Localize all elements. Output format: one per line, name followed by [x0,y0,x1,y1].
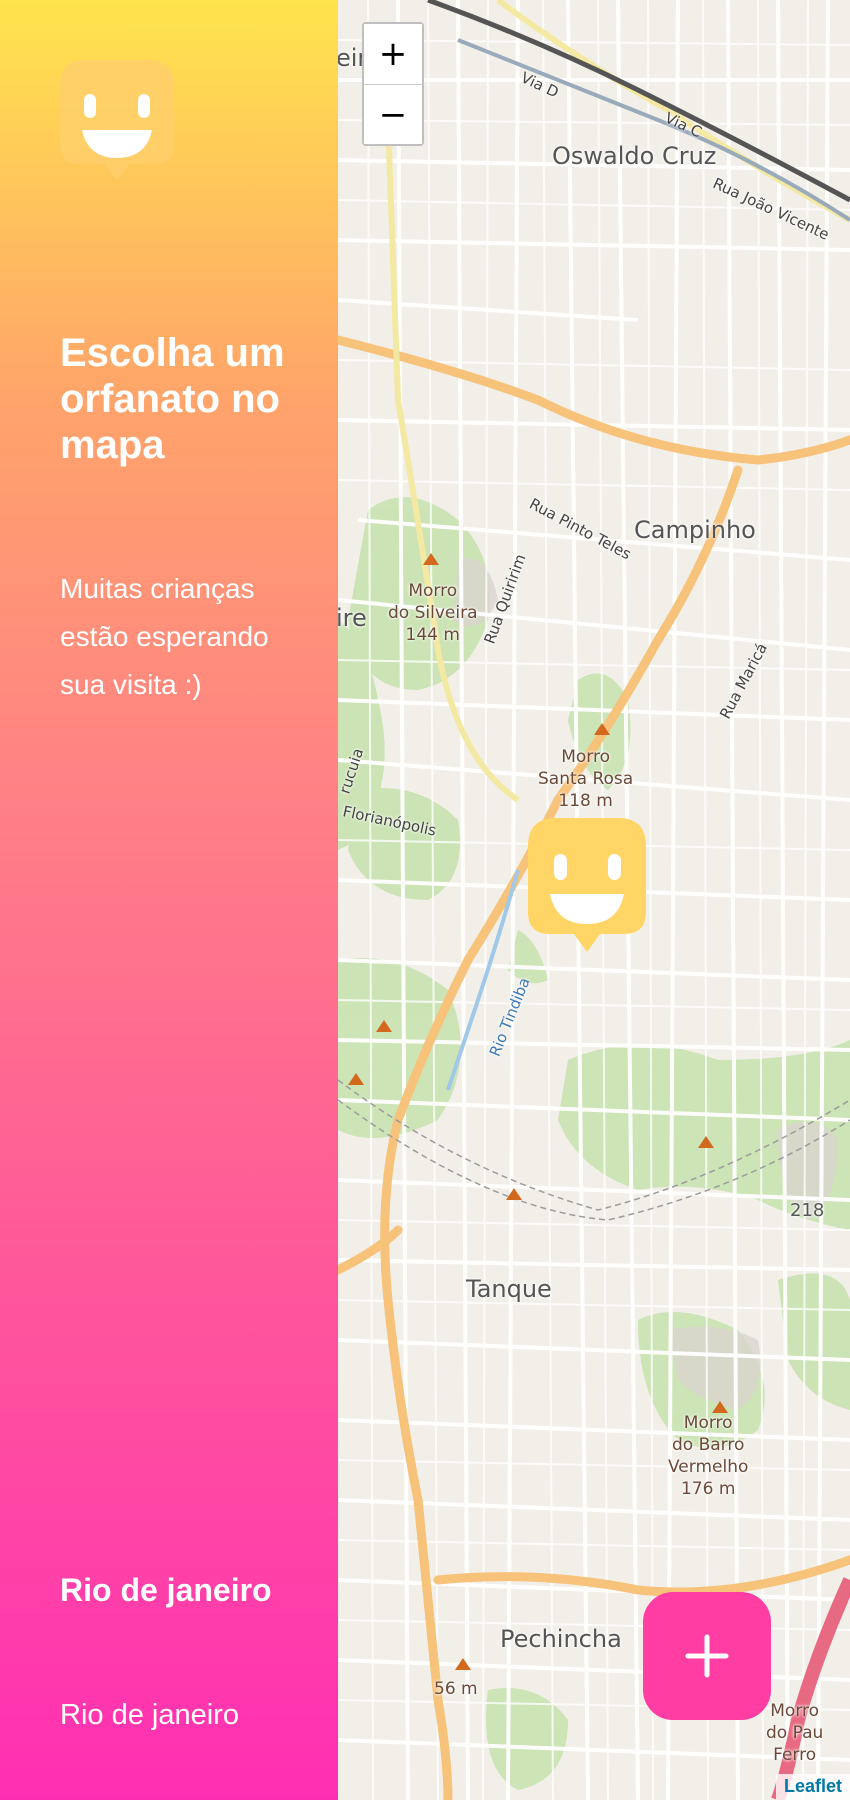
map-view[interactable]: Oswaldo Cruz Campinho Tanque Pechincha e… [338,0,850,1800]
zoom-control: + − [362,22,424,146]
map-label-elevation: 56 m [434,1679,478,1699]
smiley-marker-icon [60,60,174,182]
map-label-oswaldo-cruz: Oswaldo Cruz [552,142,717,170]
location-state: Rio de janeiro [60,1699,239,1731]
orphanage-marker[interactable] [528,818,646,954]
smiley-marker-icon [528,818,646,952]
page-headline: Escolha um orfanato no mapa [60,331,285,467]
location-city: Rio de janeiro [60,1572,272,1608]
zoom-in-button[interactable]: + [364,24,422,84]
map-label-morro-silveira: Morro do Silveira 144 m [388,581,478,645]
leaflet-attribution-link[interactable]: Leaflet [775,1774,850,1800]
map-label-morro-pau-ferro: Morro do Pau Ferro [766,1701,824,1765]
map-label-morro-barro-vermelho: Morro do Barro Vermelho 176 m [668,1413,749,1499]
map-label-tanque: Tanque [466,1275,552,1303]
map-label-campinho: Campinho [634,516,756,544]
zoom-out-button[interactable]: − [364,84,422,144]
plus-icon [685,1634,729,1678]
map-label-morro-santa-rosa: Morro Santa Rosa 118 m [538,747,634,811]
map-label-elevation: 218 [790,1200,825,1221]
add-orphanage-button[interactable] [643,1592,771,1720]
sidebar: Escolha um orfanato no mapa Muitas crian… [0,0,338,1800]
map-label-partial: ire [338,604,367,632]
page-subtext: Muitas crianças estão esperando sua visi… [60,573,269,700]
map-label-pechincha: Pechincha [500,1625,622,1653]
